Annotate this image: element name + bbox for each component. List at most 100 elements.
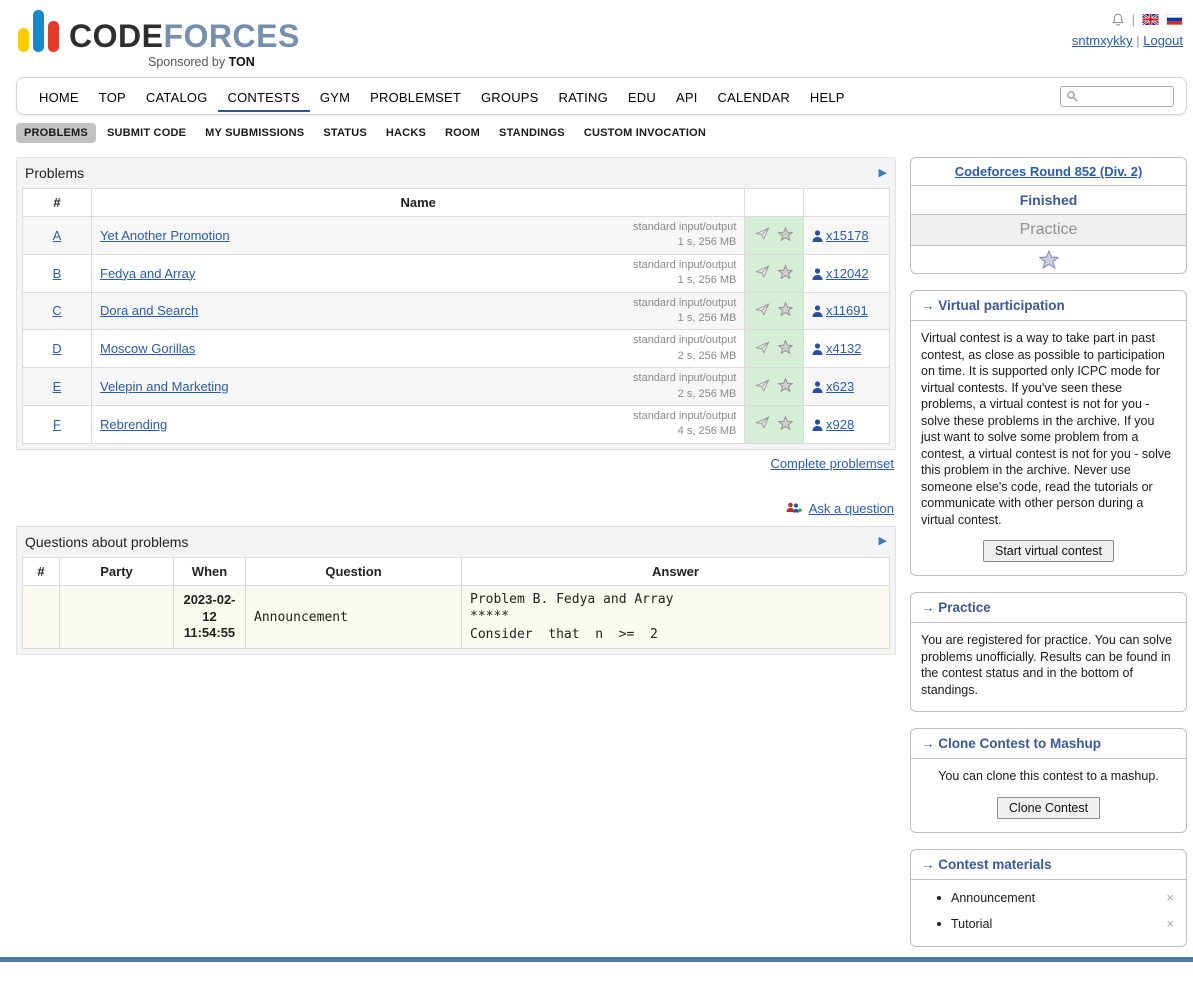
- question-answer: Problem B. Fedya and Array ***** Conside…: [462, 585, 890, 649]
- menu-top[interactable]: TOP: [89, 81, 136, 112]
- submit-plane-icon[interactable]: [755, 379, 770, 395]
- start-virtual-contest-button[interactable]: Start virtual contest: [983, 540, 1114, 562]
- problem-name-link[interactable]: Moscow Gorillas: [100, 341, 195, 356]
- problem-index-link[interactable]: A: [53, 228, 62, 243]
- submit-plane-icon[interactable]: [755, 303, 770, 319]
- contest-materials-caption: → Contest materials: [911, 850, 1186, 880]
- solved-count-link[interactable]: x928: [826, 417, 854, 432]
- logo-bars-icon: [18, 10, 59, 52]
- close-icon[interactable]: ×: [1166, 891, 1174, 904]
- problem-index-link[interactable]: B: [53, 266, 62, 281]
- subtab-hacks[interactable]: HACKS: [378, 123, 434, 143]
- menu-rating[interactable]: RATING: [549, 81, 618, 112]
- subtab-submit-code[interactable]: SUBMIT CODE: [99, 123, 194, 143]
- favorite-star-icon[interactable]: [778, 416, 793, 433]
- contest-title-link[interactable]: Codeforces Round 852 (Div. 2): [955, 164, 1143, 179]
- problem-index-link[interactable]: E: [53, 379, 62, 394]
- solved-count-link[interactable]: x12042: [826, 266, 869, 281]
- contest-favorite-star-icon[interactable]: [1039, 257, 1059, 272]
- search-box[interactable]: [1060, 86, 1174, 107]
- clone-contest-button[interactable]: Clone Contest: [997, 797, 1100, 819]
- logout-link[interactable]: Logout: [1143, 33, 1183, 48]
- logo-link[interactable]: CODEFORCES Sponsored by TON: [18, 10, 300, 69]
- bullet-icon: [937, 922, 941, 926]
- solved-count-link[interactable]: x4132: [826, 341, 861, 356]
- close-icon[interactable]: ×: [1166, 917, 1174, 930]
- problem-io-limits: standard input/output2 s, 256 MB: [633, 333, 736, 364]
- search-icon: [1066, 90, 1078, 102]
- logo-code-text: CODE: [69, 18, 163, 54]
- menu-gym[interactable]: GYM: [310, 81, 360, 112]
- solved-person-icon: [812, 268, 823, 280]
- solved-count-link[interactable]: x11691: [826, 303, 868, 318]
- notifications-bell-icon[interactable]: [1111, 12, 1125, 27]
- header-divider: |: [1132, 12, 1135, 27]
- contest-mode: Practice: [911, 215, 1186, 246]
- contest-status: Finished: [911, 186, 1186, 215]
- q-col-when: When: [174, 557, 246, 585]
- questions-caption: Questions about problems: [25, 534, 188, 550]
- questions-box: Questions about problems ▶ # Party When …: [16, 526, 896, 656]
- material-tutorial-link[interactable]: Tutorial: [951, 917, 992, 931]
- search-input[interactable]: [1082, 89, 1168, 103]
- submit-plane-icon[interactable]: [755, 416, 770, 432]
- problem-name-link[interactable]: Velepin and Marketing: [100, 379, 229, 394]
- footer-top-bar: [0, 957, 1193, 962]
- menu-edu[interactable]: EDU: [618, 81, 666, 112]
- menu-contests[interactable]: CONTESTS: [218, 81, 310, 112]
- problem-name-link[interactable]: Rebrending: [100, 417, 167, 432]
- favorite-star-icon[interactable]: [778, 302, 793, 319]
- submit-plane-icon[interactable]: [755, 265, 770, 281]
- favorite-star-icon[interactable]: [778, 227, 793, 244]
- virtual-participation-text: Virtual contest is a way to take part in…: [911, 321, 1186, 538]
- material-announcement-link[interactable]: Announcement: [951, 891, 1035, 905]
- problem-row-f: F Rebrending standard input/output4 s, 2…: [23, 405, 890, 443]
- menu-problemset[interactable]: PROBLEMSET: [360, 81, 471, 112]
- sponsored-by-line: Sponsored by TON: [148, 55, 300, 69]
- col-header-icons: [745, 189, 804, 217]
- expand-arrow-icon[interactable]: ▶: [879, 536, 887, 547]
- user-divider: |: [1136, 33, 1139, 48]
- menu-api[interactable]: API: [666, 81, 708, 112]
- submit-plane-icon[interactable]: [755, 227, 770, 243]
- subtab-my-submissions[interactable]: MY SUBMISSIONS: [197, 123, 312, 143]
- username-link[interactable]: sntmxykky: [1072, 33, 1133, 48]
- virtual-participation-box: → Virtual participation Virtual contest …: [910, 290, 1187, 576]
- subtab-custom-invocation[interactable]: CUSTOM INVOCATION: [576, 123, 714, 143]
- favorite-star-icon[interactable]: [778, 378, 793, 395]
- subtab-room[interactable]: ROOM: [437, 123, 488, 143]
- menu-help[interactable]: HELP: [800, 81, 855, 112]
- problem-index-link[interactable]: D: [52, 341, 61, 356]
- subtab-status[interactable]: STATUS: [315, 123, 375, 143]
- solved-person-icon: [812, 381, 823, 393]
- ask-question-link[interactable]: Ask a question: [809, 501, 894, 516]
- problem-name-link[interactable]: Yet Another Promotion: [100, 228, 230, 243]
- col-header-solved: [804, 189, 890, 217]
- subtab-standings[interactable]: STANDINGS: [491, 123, 573, 143]
- expand-arrow-icon[interactable]: ▶: [879, 168, 887, 179]
- solved-count-link[interactable]: x15178: [826, 228, 869, 243]
- english-flag-icon[interactable]: [1142, 14, 1159, 25]
- subtab-problems[interactable]: PROBLEMS: [16, 123, 96, 143]
- problem-index-link[interactable]: F: [53, 417, 61, 432]
- favorite-star-icon[interactable]: [778, 265, 793, 282]
- practice-box: → Practice You are registered for practi…: [910, 592, 1187, 712]
- favorite-star-icon[interactable]: [778, 340, 793, 357]
- solved-person-icon: [812, 230, 823, 242]
- menu-home[interactable]: HOME: [29, 81, 89, 112]
- page: CODEFORCES Sponsored by TON |: [0, 0, 1193, 983]
- menu-calendar[interactable]: CALENDAR: [708, 81, 800, 112]
- russian-flag-icon[interactable]: [1166, 14, 1183, 25]
- bullet-icon: [937, 896, 941, 900]
- complete-problemset-link[interactable]: Complete problemset: [770, 456, 894, 471]
- question-row: 2023-02-12 11:54:55 Announcement Problem…: [23, 585, 890, 649]
- problem-index-link[interactable]: C: [52, 303, 61, 318]
- menu-groups[interactable]: GROUPS: [471, 81, 549, 112]
- problem-name-link[interactable]: Dora and Search: [100, 303, 198, 318]
- solved-count-link[interactable]: x623: [826, 379, 854, 394]
- problem-name-link[interactable]: Fedya and Array: [100, 266, 195, 281]
- practice-text: You are registered for practice. You can…: [911, 623, 1186, 711]
- submit-plane-icon[interactable]: [755, 341, 770, 357]
- menu-catalog[interactable]: CATALOG: [136, 81, 218, 112]
- question-party: [60, 585, 174, 649]
